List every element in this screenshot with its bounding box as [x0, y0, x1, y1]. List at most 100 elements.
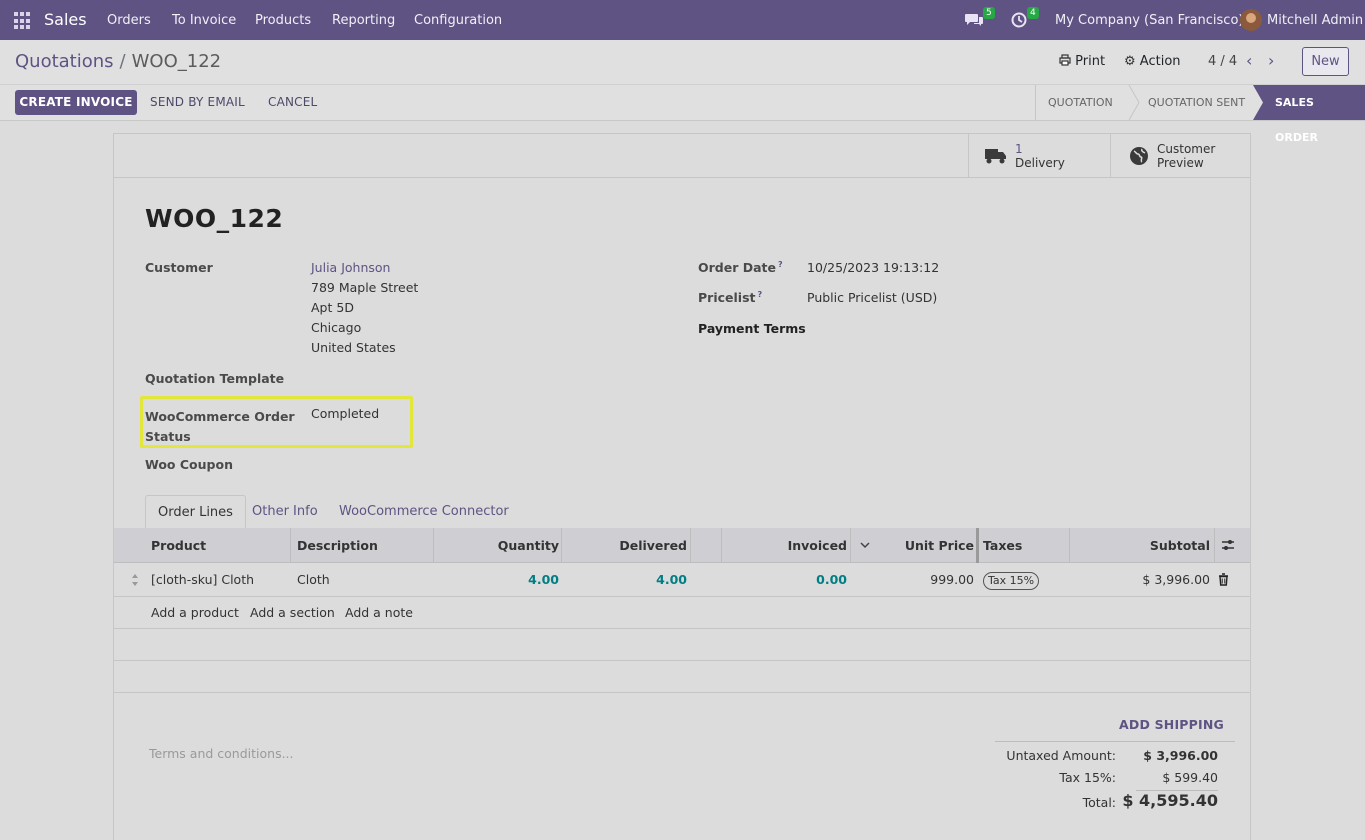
menu-configuration[interactable]: Configuration	[414, 13, 502, 28]
pager-previous-icon[interactable]: ‹	[1246, 51, 1252, 70]
row-invoiced[interactable]: 0.00	[722, 563, 847, 597]
order-title: WOO_122	[145, 204, 284, 233]
terms-and-conditions-field[interactable]: Terms and conditions...	[149, 746, 294, 761]
control-panel: Quotations / WOO_122 Print ⚙ Action 4 / 4 …	[0, 40, 1365, 144]
menu-to-invoice[interactable]: To Invoice	[172, 13, 236, 28]
user-menu[interactable]: Mitchell Admin	[1267, 13, 1363, 28]
globe-icon	[1130, 147, 1148, 165]
print-icon	[1059, 54, 1071, 66]
col-product[interactable]: Product	[151, 528, 206, 563]
delivery-count: 1	[1015, 142, 1023, 156]
pager-value[interactable]: 4 / 4	[1208, 54, 1237, 69]
table-row[interactable]: [cloth-sku] Cloth Cloth 4.00 4.00 0.00 9…	[114, 563, 1250, 597]
form-sheet: 1 Delivery Customer Preview WOO_122 Custom…	[113, 133, 1251, 840]
row-description[interactable]: Cloth	[297, 563, 330, 597]
col-unit-price[interactable]: Unit Price	[874, 528, 974, 563]
row-unit-price[interactable]: 999.00	[874, 563, 974, 597]
row-taxes[interactable]: Tax 15%	[983, 563, 1040, 597]
add-note-link[interactable]: Add a note	[345, 597, 413, 629]
breadcrumb-current: WOO_122	[131, 51, 222, 72]
app-menu-icon[interactable]	[14, 12, 32, 30]
messages-icon[interactable]: 5	[964, 7, 995, 30]
gear-icon: ⚙	[1124, 54, 1136, 69]
order-date-value[interactable]: 10/25/2023 19:13:12	[807, 258, 939, 278]
tab-order-lines[interactable]: Order Lines	[145, 495, 246, 530]
create-invoice-button[interactable]: CREATE INVOICE	[15, 90, 137, 115]
pricelist-help-icon[interactable]: ?	[757, 290, 762, 299]
trash-icon[interactable]	[1218, 573, 1229, 590]
tab-other-info[interactable]: Other Info	[240, 495, 330, 529]
add-shipping-button[interactable]: ADD SHIPPING	[1119, 717, 1224, 732]
menu-orders[interactable]: Orders	[107, 13, 151, 28]
truck-icon	[985, 149, 1006, 164]
action-label: Action	[1139, 54, 1181, 69]
user-avatar[interactable]	[1240, 9, 1262, 31]
company-switcher[interactable]: My Company (San Francisco)	[1055, 13, 1243, 28]
totals-divider	[995, 741, 1235, 742]
new-button[interactable]: New	[1302, 47, 1349, 76]
woo-status-label-line-2: Status	[145, 429, 191, 444]
pricelist-label-text: Pricelist	[698, 290, 756, 306]
col-separator	[690, 528, 691, 563]
col-resize-handle[interactable]	[976, 528, 979, 563]
add-product-link[interactable]: Add a product	[151, 597, 239, 629]
customer-label: Customer	[145, 260, 213, 275]
empty-row	[114, 661, 1250, 693]
address-line-3: Chicago	[311, 320, 362, 335]
order-date-label-text: Order Date	[698, 260, 776, 276]
col-description[interactable]: Description	[297, 528, 378, 563]
untaxed-amount-label: Untaxed Amount:	[1006, 748, 1116, 763]
woo-status-label-line-1: WooCommerce Order	[145, 409, 295, 424]
total-value: $ 4,595.40	[1122, 791, 1218, 810]
col-separator	[290, 528, 291, 563]
col-invoiced[interactable]: Invoiced	[722, 528, 847, 563]
add-section-link[interactable]: Add a section	[250, 597, 335, 629]
preview-line-1: Customer	[1157, 142, 1216, 156]
payment-terms-label: Payment Terms	[698, 321, 806, 336]
activities-icon[interactable]: 4	[1011, 7, 1039, 30]
col-separator	[850, 528, 851, 563]
chevron-down-icon[interactable]	[860, 539, 870, 554]
tax-value: $ 599.40	[1162, 770, 1218, 785]
col-subtotal[interactable]: Subtotal	[1070, 528, 1210, 563]
menu-reporting[interactable]: Reporting	[332, 13, 395, 28]
pricelist-value[interactable]: Public Pricelist (USD)	[807, 288, 937, 308]
woo-status-value[interactable]: Completed	[311, 404, 379, 424]
preview-line-2: Preview	[1157, 156, 1204, 170]
customer-name-link[interactable]: Julia Johnson	[311, 260, 390, 275]
status-quotation-sent[interactable]: QUOTATION SENT	[1136, 85, 1257, 120]
pager-next-icon[interactable]: ›	[1268, 51, 1274, 70]
empty-row	[114, 629, 1250, 661]
order-date-help-icon[interactable]: ?	[778, 260, 783, 269]
status-sales-order[interactable]: SALES ORDER	[1263, 85, 1365, 144]
customer-preview-button[interactable]: Customer Preview	[1110, 134, 1252, 178]
action-button[interactable]: ⚙ Action	[1124, 54, 1181, 69]
print-button[interactable]: Print	[1059, 54, 1105, 69]
breadcrumb-quotations[interactable]: Quotations	[15, 51, 114, 72]
breadcrumb: Quotations / WOO_122	[15, 51, 221, 72]
col-taxes[interactable]: Taxes	[983, 528, 1022, 563]
row-delivered[interactable]: 4.00	[562, 563, 687, 597]
col-quantity[interactable]: Quantity	[434, 528, 559, 563]
send-by-email-button[interactable]: SEND BY EMAIL	[150, 95, 245, 109]
order-lines-header: Product Description Quantity Delivered I…	[114, 528, 1250, 563]
col-delivered[interactable]: Delivered	[562, 528, 687, 563]
pricelist-label: Pricelist?	[698, 290, 762, 305]
column-settings-icon[interactable]	[1221, 538, 1235, 556]
smart-button-box: 1 Delivery Customer Preview	[114, 134, 1250, 178]
address-line-1: 789 Maple Street	[311, 280, 419, 295]
app-name[interactable]: Sales	[44, 10, 87, 29]
address-line-4: United States	[311, 340, 396, 355]
woo-coupon-label: Woo Coupon	[145, 457, 233, 472]
menu-products[interactable]: Products	[255, 13, 311, 28]
row-product[interactable]: [cloth-sku] Cloth	[151, 563, 254, 597]
tab-woocommerce-connector[interactable]: WooCommerce Connector	[327, 495, 521, 529]
status-quotation[interactable]: QUOTATION	[1035, 85, 1125, 120]
row-quantity[interactable]: 4.00	[434, 563, 559, 597]
top-navbar: Sales Orders To Invoice Products Reporti…	[0, 0, 1365, 40]
untaxed-amount-value: $ 3,996.00	[1143, 748, 1218, 763]
drag-handle-icon[interactable]	[131, 573, 139, 591]
cancel-button[interactable]: CANCEL	[268, 95, 317, 109]
delivery-smart-button[interactable]: 1 Delivery	[968, 134, 1110, 178]
add-line-row: Add a product Add a section Add a note	[114, 597, 1250, 629]
